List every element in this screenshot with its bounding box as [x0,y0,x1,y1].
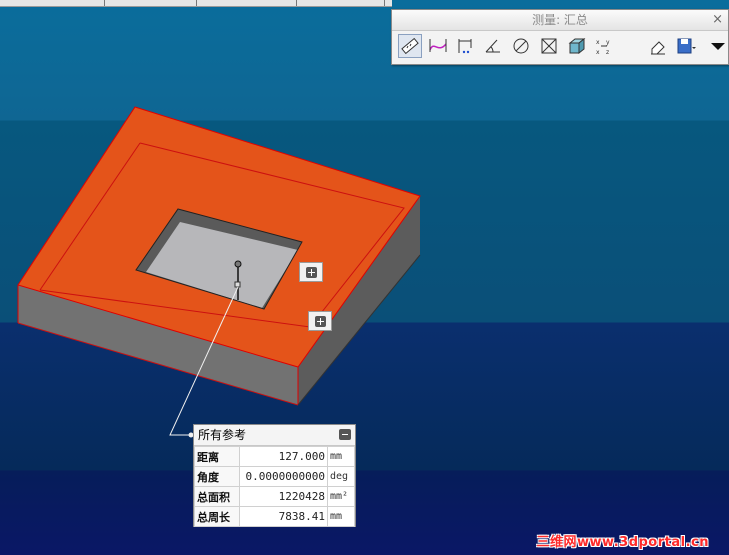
collapse-icon[interactable] [339,429,351,440]
expand-callout-button-1[interactable] [299,262,323,282]
refs-panel-title: 所有参考 [198,428,247,442]
ruler-button[interactable] [398,34,422,58]
all-references-panel: 所有参考 距离 127.000 mm 角度 0.0000000000 deg 总… [193,424,356,527]
plus-icon [305,266,317,278]
length-button[interactable] [426,34,450,58]
diameter-icon [513,38,529,54]
measure-value: 0.0000000000 [239,466,328,487]
more-dropdown-button[interactable] [706,34,729,58]
transform-icon: x y x z [596,39,610,56]
distance-icon [458,39,472,54]
svg-text:z: z [606,49,609,56]
transform-button[interactable]: x y x z [593,34,617,58]
length-icon [429,39,447,52]
measure-title: 测量: 汇总 [532,13,588,27]
measure-titlebar[interactable]: 测量: 汇总 × [392,10,728,31]
save-button[interactable] [672,34,700,58]
table-row: 距离 127.000 mm [194,446,355,467]
expand-callout-button-2[interactable] [308,311,332,331]
volume-icon [568,37,586,55]
measure-unit: deg [327,466,355,487]
table-row: 总面积 1220428 mm² [194,486,355,507]
area-button[interactable] [537,34,561,58]
refs-panel-header[interactable]: 所有参考 [194,425,355,446]
measure-label: 角度 [194,466,240,487]
distance-button[interactable] [453,34,477,58]
close-icon[interactable]: × [712,10,723,30]
area-icon [541,38,557,54]
measure-label: 距离 [194,446,240,467]
ruler-icon [401,37,419,55]
angle-button[interactable] [481,34,505,58]
measure-value: 7838.41 [239,506,328,527]
measure-label: 总周长 [194,506,240,527]
svg-text:y: y [606,39,610,46]
table-row: 总周长 7838.41 mm [194,506,355,527]
site-watermark: 三维网www.3dportal.cn [536,535,709,550]
plus-icon [314,315,326,327]
volume-button[interactable] [565,34,589,58]
measure-label: 总面积 [194,486,240,507]
angle-icon [485,39,500,53]
measurement-table: 距离 127.000 mm 角度 0.0000000000 deg 总面积 12… [194,446,355,527]
svg-text:x: x [596,39,600,46]
diameter-button[interactable] [509,34,533,58]
clear-button[interactable] [646,34,670,58]
eraser-icon [651,41,665,55]
measure-unit: mm [327,506,355,527]
save-icon [677,38,696,54]
dropdown-arrow-icon [711,43,725,50]
measure-value: 1220428 [239,486,328,507]
measure-value: 127.000 [239,446,328,467]
table-row: 角度 0.0000000000 deg [194,466,355,487]
3d-viewport[interactable]: 测量: 汇总 × x y x z 所有参考 距离 127.000 mm 角度 0… [0,0,729,555]
measure-unit: mm² [327,486,355,507]
measure-toolbar: 测量: 汇总 × x y x z [391,9,729,65]
model-canvas[interactable] [0,0,729,555]
measure-unit: mm [327,446,355,467]
svg-text:x: x [596,49,600,56]
